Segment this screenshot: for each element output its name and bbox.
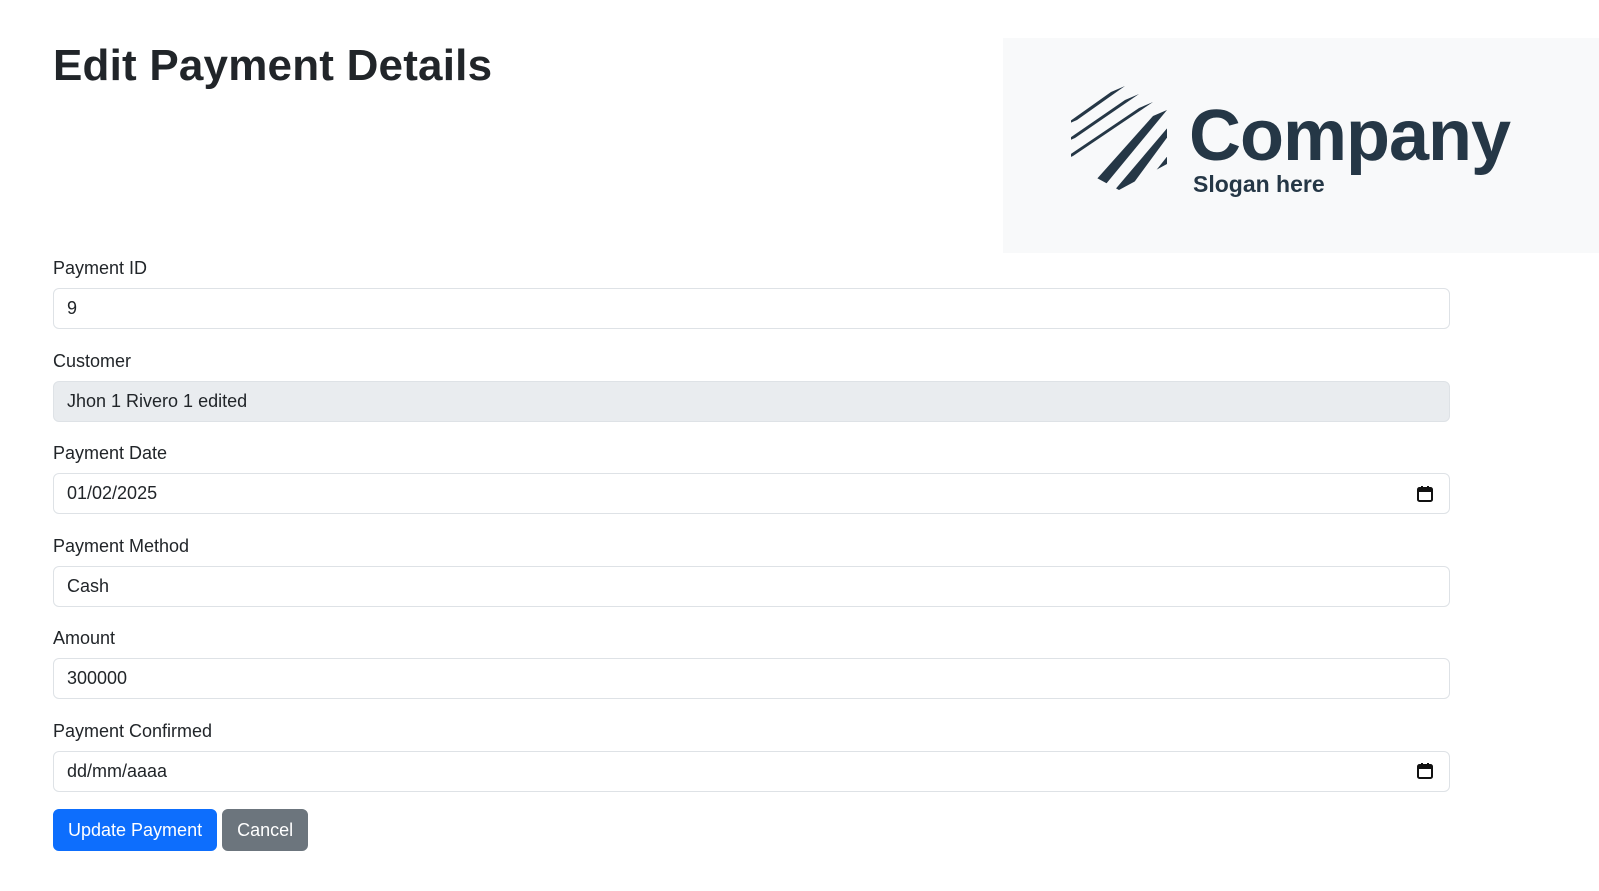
payment-date-value: 01/02/2025 (67, 483, 158, 503)
logo-slogan: Slogan here (1193, 171, 1325, 197)
company-logo: Company Slogan here (1003, 38, 1599, 253)
amount-group: Amount 300000 (53, 626, 1450, 719)
calendar-icon[interactable] (1416, 762, 1434, 780)
calendar-icon[interactable] (1416, 485, 1434, 503)
payment-confirmed-input[interactable]: dd/mm/aaaa (53, 750, 1450, 792)
payment-id-group: Payment ID 9 (53, 256, 1450, 349)
logo-mark-icon (1071, 82, 1167, 190)
payment-form: Payment ID 9 Customer Jhon 1 Rivero 1 ed… (53, 256, 1450, 811)
cancel-button[interactable]: Cancel (222, 809, 309, 851)
payment-date-group: Payment Date 01/02/2025 (53, 441, 1450, 534)
payment-method-label: Payment Method (53, 535, 190, 556)
payment-method-input[interactable]: Cash (53, 565, 1450, 607)
page-title: Edit Payment Details (53, 41, 493, 90)
customer-input[interactable]: Jhon 1 Rivero 1 edited (53, 380, 1450, 422)
payment-confirmed-label: Payment Confirmed (53, 720, 213, 741)
amount-input[interactable]: 300000 (53, 658, 1450, 699)
payment-method-group: Payment Method Cash (53, 534, 1450, 627)
customer-group: Customer Jhon 1 Rivero 1 edited (53, 349, 1450, 442)
payment-date-label: Payment Date (53, 443, 168, 463)
logo-name: Company (1189, 96, 1511, 176)
amount-label: Amount (53, 628, 116, 648)
amount-value: 300000 (67, 668, 128, 688)
form-actions: Update Payment Cancel (53, 809, 309, 851)
payment-date-input[interactable]: 01/02/2025 (53, 473, 1450, 514)
payment-id-value: 9 (67, 298, 78, 318)
payment-id-input[interactable]: 9 (53, 288, 1450, 329)
payment-id-label: Payment ID (53, 258, 148, 278)
update-payment-button[interactable]: Update Payment (53, 809, 218, 851)
edit-payment-page: Edit Payment Details Company Slogan here (0, 0, 1599, 891)
payment-confirmed-group: Payment Confirmed dd/mm/aaaa (53, 719, 1450, 812)
customer-value: Jhon 1 Rivero 1 edited (67, 390, 248, 411)
payment-method-value: Cash (67, 575, 110, 596)
payment-confirmed-value: dd/mm/aaaa (67, 760, 168, 781)
customer-label: Customer (53, 350, 132, 371)
